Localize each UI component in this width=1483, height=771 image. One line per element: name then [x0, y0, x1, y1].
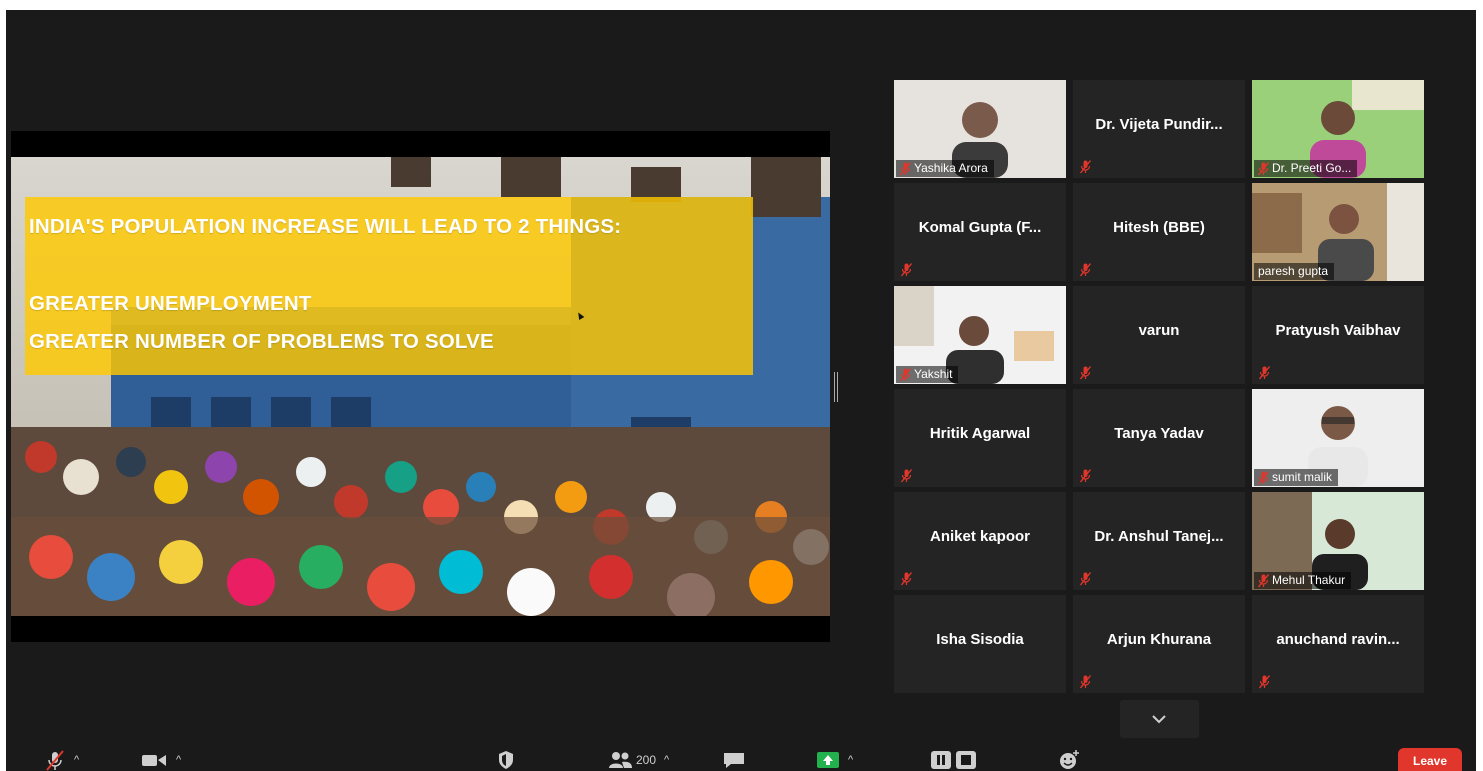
mic-muted-icon — [1257, 470, 1270, 485]
participant-name: Komal Gupta (F... — [918, 219, 1042, 236]
participant-gallery: Yashika Arora Dr. Vijeta Pundir... Dr. Pre… — [894, 80, 1426, 696]
security-shield-icon — [499, 750, 513, 769]
mic-muted-icon — [899, 161, 912, 176]
chat-button[interactable] — [722, 748, 746, 771]
participant-name: paresh gupta — [1258, 264, 1329, 278]
participant-name-label: paresh gupta — [1254, 263, 1335, 280]
mic-muted-icon — [899, 367, 912, 382]
video-camera-icon — [142, 754, 166, 766]
participant-name-label: Mehul Thakur — [1254, 572, 1352, 589]
record-icon — [931, 750, 976, 769]
participant-name: Yashika Arora — [914, 161, 988, 175]
participant-tile[interactable]: Pratyush Vaibhav — [1252, 286, 1424, 384]
mic-muted-icon — [1079, 675, 1092, 689]
participant-tile[interactable]: sumit malik — [1252, 389, 1424, 487]
mic-muted-icon — [46, 749, 64, 771]
participant-name: Dr. Preeti Go... — [1272, 161, 1352, 175]
participant-name: Dr. Vijeta Pundir... — [1095, 116, 1223, 133]
participant-tile[interactable]: Hritik Agarwal — [894, 389, 1066, 487]
participant-name: Pratyush Vaibhav — [1275, 322, 1401, 339]
participant-tile[interactable]: varun — [1073, 286, 1245, 384]
mic-muted-icon — [1258, 675, 1271, 689]
mic-muted-icon — [1079, 572, 1092, 586]
shared-screen: INDIA'S POPULATION INCREASE WILL LEAD TO… — [11, 131, 830, 642]
participant-tile[interactable]: Dr. Vijeta Pundir... — [1073, 80, 1245, 178]
participant-tile[interactable]: anuchand ravin... — [1252, 595, 1424, 693]
security-button[interactable] — [497, 748, 515, 771]
slide-heading: INDIA'S POPULATION INCREASE WILL LEAD TO… — [29, 215, 622, 238]
participant-tile[interactable]: Dr. Preeti Go... — [1252, 80, 1424, 178]
participant-tile[interactable]: Hitesh (BBE) — [1073, 183, 1245, 281]
participants-icon — [609, 751, 632, 768]
participant-name: Tanya Yadav — [1114, 425, 1204, 442]
participant-name: Yakshit — [914, 367, 953, 381]
participant-name: Dr. Anshul Tanej... — [1094, 528, 1224, 545]
participants-options-chevron-icon[interactable]: ^ — [664, 754, 669, 766]
mic-muted-icon — [1079, 160, 1092, 174]
slide-point: GREATER NUMBER OF PROBLEMS TO SOLVE — [29, 330, 494, 353]
audio-options-chevron-icon[interactable]: ^ — [74, 754, 79, 766]
video-options-chevron-icon[interactable]: ^ — [176, 754, 181, 766]
participant-name-label: Yashika Arora — [896, 160, 994, 177]
participant-tile[interactable]: Yakshit — [894, 286, 1066, 384]
mic-muted-icon — [1079, 263, 1092, 277]
stop-video-button[interactable]: ^ — [142, 748, 181, 771]
participant-name-label: Yakshit — [896, 366, 959, 383]
gallery-next-page-button[interactable] — [1120, 700, 1199, 738]
meeting-toolbar: ^ ^ 200 ^ ^ Leave — [6, 748, 1476, 771]
mic-muted-icon — [1257, 573, 1270, 588]
participant-tile[interactable]: Yashika Arora — [894, 80, 1066, 178]
mic-muted-icon — [900, 572, 913, 586]
participant-tile[interactable]: Isha Sisodia — [894, 595, 1066, 693]
chevron-down-icon — [1152, 715, 1166, 724]
chat-icon — [724, 752, 744, 768]
participant-tile[interactable]: Komal Gupta (F... — [894, 183, 1066, 281]
mic-muted-icon — [1079, 469, 1092, 483]
participant-name-label: Dr. Preeti Go... — [1254, 160, 1358, 177]
participant-tile[interactable]: Tanya Yadav — [1073, 389, 1245, 487]
mic-muted-icon — [1079, 366, 1092, 380]
participant-name: Hitesh (BBE) — [1113, 219, 1205, 236]
mute-button[interactable]: ^ — [44, 748, 79, 771]
participant-name: Arjun Khurana — [1106, 631, 1212, 648]
mic-muted-icon — [1258, 366, 1271, 380]
mic-muted-icon — [1257, 161, 1270, 176]
participant-name-label: sumit malik — [1254, 469, 1339, 486]
slide-text-banner: INDIA'S POPULATION INCREASE WILL LEAD TO… — [25, 197, 753, 375]
participant-tile[interactable]: Arjun Khurana — [1073, 595, 1245, 693]
view-splitter-handle[interactable] — [834, 372, 838, 402]
share-screen-button[interactable]: ^ — [816, 748, 853, 771]
share-options-chevron-icon[interactable]: ^ — [848, 754, 853, 766]
participant-name: varun — [1138, 322, 1180, 339]
participant-tile[interactable]: Dr. Anshul Tanej... — [1073, 492, 1245, 590]
leave-meeting-button[interactable]: Leave — [1398, 748, 1462, 771]
participant-name: Hritik Agarwal — [929, 425, 1031, 442]
participant-tile[interactable]: Mehul Thakur — [1252, 492, 1424, 590]
participant-name: anuchand ravin... — [1276, 631, 1400, 648]
participants-button[interactable]: 200 ^ — [608, 748, 669, 771]
meeting-window: INDIA'S POPULATION INCREASE WILL LEAD TO… — [6, 10, 1476, 771]
reactions-button[interactable] — [1058, 748, 1080, 771]
participant-count: 200 — [636, 752, 657, 767]
participant-name: Aniket kapoor — [929, 528, 1031, 545]
mic-muted-icon — [900, 469, 913, 483]
mic-muted-icon — [900, 263, 913, 277]
participant-name: Mehul Thakur — [1272, 573, 1346, 587]
participant-name: sumit malik — [1272, 470, 1333, 484]
participant-tile[interactable]: paresh gupta — [1252, 183, 1424, 281]
record-button[interactable] — [930, 748, 978, 771]
share-screen-icon — [817, 751, 839, 768]
participant-name: Isha Sisodia — [936, 631, 1024, 648]
participant-tile[interactable]: Aniket kapoor — [894, 492, 1066, 590]
slide-point: GREATER UNEMPLOYMENT — [29, 292, 312, 315]
reactions-icon — [1060, 749, 1079, 769]
